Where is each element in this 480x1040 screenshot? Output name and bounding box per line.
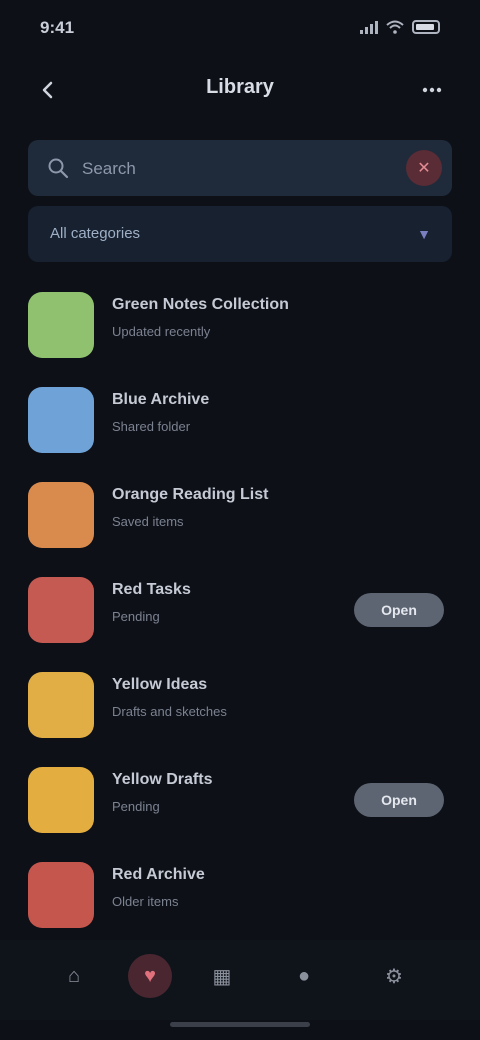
item-subtitle: Drafts and sketches: [112, 704, 227, 719]
item-thumbnail: [28, 767, 94, 833]
bottom-nav: ⌂ ♥ ▦ ● ⚙: [0, 940, 480, 1020]
search-input[interactable]: [80, 140, 404, 198]
nav-item-profile[interactable]: ●: [282, 954, 326, 998]
item-subtitle: Pending: [112, 609, 160, 624]
settings-icon: ⚙: [385, 965, 403, 988]
library-icon: ▦: [212, 965, 232, 988]
close-icon: ✕: [417, 160, 431, 177]
status-indicators: [360, 20, 440, 34]
item-subtitle: Older items: [112, 894, 179, 909]
list-item[interactable]: Yellow Drafts Pending Open: [0, 745, 480, 840]
wifi-icon: [386, 20, 404, 34]
filter-label: All categories: [50, 225, 141, 242]
nav-item-favorites[interactable]: ♥: [128, 954, 172, 998]
home-icon: ⌂: [67, 964, 81, 987]
nav-item-home[interactable]: ⌂: [52, 954, 96, 998]
item-title: Red Archive: [112, 866, 205, 883]
item-subtitle: Saved items: [112, 514, 184, 529]
item-list: Green Notes Collection Updated recently Bl…: [0, 270, 480, 935]
header: Library: [0, 60, 480, 120]
item-title: Red Tasks: [112, 581, 191, 598]
item-title: Yellow Drafts: [112, 771, 213, 788]
list-item[interactable]: Green Notes Collection Updated recently: [0, 270, 480, 365]
more-icon: [422, 87, 442, 93]
item-title: Blue Archive: [112, 391, 210, 408]
item-title: Green Notes Collection: [112, 296, 289, 313]
chevron-left-icon: [42, 81, 53, 99]
list-item[interactable]: Yellow Ideas Drafts and sketches: [0, 650, 480, 745]
list-item[interactable]: Red Tasks Pending Open: [0, 555, 480, 650]
nav-item-settings[interactable]: ⚙: [372, 954, 416, 998]
item-title: Yellow Ideas: [112, 676, 208, 693]
item-thumbnail: [28, 292, 94, 358]
status-time: 9:41: [40, 18, 75, 37]
battery-icon: [412, 20, 440, 34]
more-button[interactable]: [412, 70, 452, 110]
item-action-button[interactable]: Open: [354, 783, 444, 817]
profile-icon: ●: [297, 964, 311, 987]
item-subtitle: Shared folder: [112, 419, 191, 434]
nav-item-library[interactable]: ▦: [200, 954, 244, 998]
item-thumbnail: [28, 387, 94, 453]
status-bar: 9:41: [0, 0, 480, 60]
item-thumbnail: [28, 862, 94, 928]
list-item[interactable]: Blue Archive Shared folder: [0, 365, 480, 460]
item-action-button[interactable]: Open: [354, 593, 444, 627]
item-thumbnail: [28, 672, 94, 738]
search-icon: [48, 158, 69, 179]
item-thumbnail: [28, 577, 94, 643]
favorites-icon: ♥: [144, 964, 156, 987]
item-subtitle: Updated recently: [112, 324, 211, 339]
search-bar: ✕: [28, 140, 452, 198]
list-item[interactable]: Orange Reading List Saved items: [0, 460, 480, 555]
item-thumbnail: [28, 482, 94, 548]
chevron-down-icon: ▼: [417, 226, 431, 242]
back-button[interactable]: [28, 70, 68, 110]
item-title: Orange Reading List: [112, 486, 269, 503]
page-title: Library: [206, 76, 274, 98]
home-indicator: [170, 1022, 310, 1027]
clear-search-button[interactable]: ✕: [406, 150, 442, 186]
app-screen: 9:41 Library Search ✕ All categories ▼ G…: [0, 0, 480, 1040]
item-subtitle: Pending: [112, 799, 160, 814]
list-item[interactable]: Red Archive Older items: [0, 840, 480, 935]
category-filter[interactable]: All categories ▼: [28, 206, 452, 262]
signal-icon: [360, 20, 378, 34]
